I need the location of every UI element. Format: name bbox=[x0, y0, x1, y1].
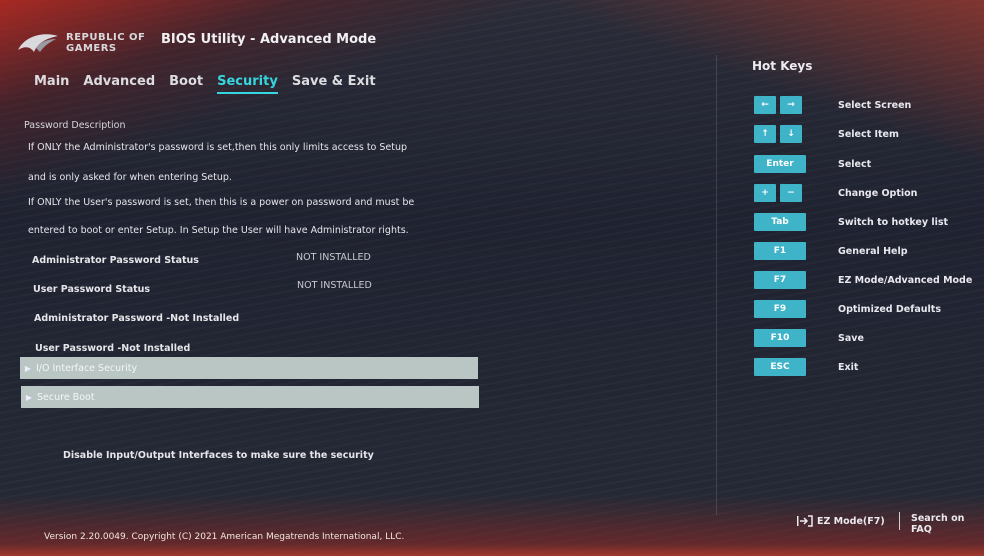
f7-key: F7 bbox=[754, 271, 806, 289]
hotkey-label: EZ Mode/Advanced Mode bbox=[838, 274, 973, 286]
plus-key: + bbox=[754, 184, 776, 202]
right-arrow-key: → bbox=[780, 96, 802, 114]
f10-key: F10 bbox=[754, 329, 806, 347]
panel-divider bbox=[716, 55, 717, 515]
hotkey-label: Save bbox=[838, 332, 864, 344]
hotkey-row: ↑ ↓ Select Item bbox=[754, 124, 899, 144]
esc-key: ESC bbox=[754, 358, 806, 376]
f1-key: F1 bbox=[754, 242, 806, 260]
minus-key: − bbox=[780, 184, 802, 202]
up-arrow-key: ↑ bbox=[754, 125, 776, 143]
password-description-title: Password Description bbox=[24, 120, 126, 131]
footer-separator bbox=[899, 512, 900, 530]
submenu-label: I/O Interface Security bbox=[36, 362, 138, 374]
down-arrow-key: ↓ bbox=[780, 125, 802, 143]
hotkey-row: Tab Switch to hotkey list bbox=[754, 212, 948, 232]
tab-key: Tab bbox=[754, 213, 806, 231]
submenu-arrow-icon: ▶ bbox=[24, 363, 32, 373]
hotkey-row: F10 Save bbox=[754, 328, 864, 348]
description-line: If ONLY the User's password is set, then… bbox=[28, 197, 415, 208]
user-password-status-value: NOT INSTALLED bbox=[297, 280, 372, 291]
submenu-label: Secure Boot bbox=[37, 391, 95, 403]
hotkey-row: F7 EZ Mode/Advanced Mode bbox=[754, 270, 972, 290]
submenu-secure-boot[interactable]: ▶ Secure Boot bbox=[21, 386, 479, 408]
hotkey-row: + − Change Option bbox=[754, 183, 917, 203]
user-password-status-label: User Password Status bbox=[33, 284, 151, 295]
hotkey-label: Exit bbox=[838, 361, 859, 373]
hotkey-label: Optimized Defaults bbox=[838, 303, 941, 315]
admin-password-item[interactable]: Administrator Password -Not Installed bbox=[34, 313, 239, 324]
submenu-io-interface-security[interactable]: ▶ I/O Interface Security bbox=[20, 357, 478, 379]
version-copyright: Version 2.20.0049. Copyright (C) 2021 Am… bbox=[44, 532, 405, 542]
hotkey-row: ESC Exit bbox=[754, 357, 858, 377]
hotkey-row: F1 General Help bbox=[754, 241, 908, 261]
search-faq-button[interactable]: Search on FAQ bbox=[911, 513, 984, 535]
tab-advanced[interactable]: Advanced bbox=[83, 74, 155, 94]
ez-mode-icon bbox=[797, 515, 813, 527]
tab-boot[interactable]: Boot bbox=[169, 74, 203, 94]
hotkey-row: F9 Optimized Defaults bbox=[754, 299, 941, 319]
f9-key: F9 bbox=[754, 300, 806, 318]
hotkey-label: General Help bbox=[838, 245, 908, 257]
left-arrow-key: ← bbox=[754, 96, 776, 114]
description-line: entered to boot or enter Setup. In Setup… bbox=[28, 225, 409, 236]
submenu-arrow-icon: ▶ bbox=[25, 392, 33, 402]
hotkey-label: Select Screen bbox=[838, 99, 912, 111]
ez-mode-button[interactable]: EZ Mode(F7) bbox=[796, 515, 885, 527]
logo-line-1: REPUBLIC OF bbox=[66, 32, 146, 43]
rog-logo: REPUBLIC OF GAMERS bbox=[16, 28, 156, 58]
item-help-text: Disable Input/Output Interfaces to make … bbox=[63, 450, 374, 461]
enter-key: Enter bbox=[754, 155, 806, 173]
tab-bar: Main Advanced Boot Security Save & Exit bbox=[34, 74, 376, 94]
app-title: BIOS Utility - Advanced Mode bbox=[161, 32, 377, 47]
rog-eye-icon bbox=[18, 34, 58, 52]
hotkey-row: Enter Select bbox=[754, 154, 871, 174]
admin-password-status-label: Administrator Password Status bbox=[32, 255, 199, 266]
hotkeys-title: Hot Keys bbox=[752, 59, 813, 73]
ez-mode-label: EZ Mode(F7) bbox=[817, 515, 885, 527]
admin-password-status-value: NOT INSTALLED bbox=[296, 252, 371, 263]
description-line: and is only asked for when entering Setu… bbox=[28, 172, 232, 183]
tab-security[interactable]: Security bbox=[217, 74, 278, 94]
tab-main[interactable]: Main bbox=[34, 74, 69, 94]
description-line: If ONLY the Administrator's password is … bbox=[28, 142, 408, 153]
hotkey-label: Select Item bbox=[838, 128, 899, 140]
user-password-item[interactable]: User Password -Not Installed bbox=[35, 343, 190, 354]
hotkey-label: Switch to hotkey list bbox=[838, 216, 949, 228]
hotkey-label: Select bbox=[838, 158, 872, 170]
hotkey-row: ← → Select Screen bbox=[754, 95, 911, 115]
tab-save-exit[interactable]: Save & Exit bbox=[292, 74, 376, 94]
logo-line-2: GAMERS bbox=[66, 43, 117, 54]
hotkey-label: Change Option bbox=[838, 187, 918, 199]
